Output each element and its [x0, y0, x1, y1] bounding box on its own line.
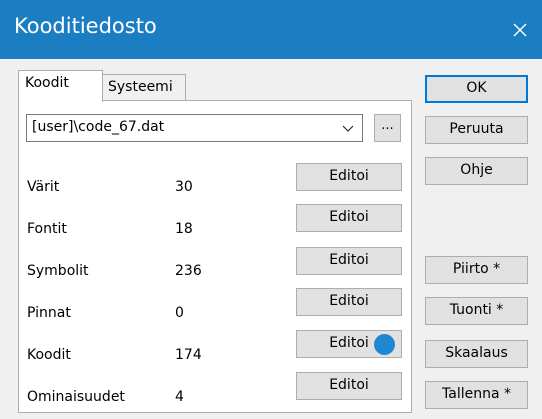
row-count-ominaisuudet: 4: [175, 389, 184, 405]
row-label-pinnat: Pinnat: [27, 305, 71, 321]
save-button[interactable]: Tallenna *: [425, 381, 528, 409]
row-label-varit: Värit: [27, 179, 60, 195]
title-bar[interactable]: Kooditiedosto: [0, 0, 542, 59]
edit-button-ominaisuudet[interactable]: Editoi: [296, 372, 402, 400]
draw-button[interactable]: Piirto *: [425, 256, 528, 284]
tab-systeemi[interactable]: Systeemi: [102, 74, 186, 101]
row-count-fontit: 18: [175, 221, 193, 237]
edit-button-pinnat[interactable]: Editoi: [296, 288, 402, 316]
click-indicator: [374, 334, 395, 355]
browse-button[interactable]: ...: [374, 114, 401, 142]
row-count-koodit: 174: [175, 347, 202, 363]
cancel-button[interactable]: Peruuta: [425, 116, 528, 144]
window-title: Kooditiedosto: [14, 14, 157, 38]
dialog-body: Koodit Systeemi [user]\code_67.dat ... V…: [0, 59, 542, 419]
row-count-symbolit: 236: [175, 263, 202, 279]
row-label-ominaisuudet: Ominaisuudet: [27, 389, 125, 405]
row-label-symbolit: Symbolit: [27, 263, 89, 279]
row-label-fontit: Fontit: [27, 221, 67, 237]
scale-button[interactable]: Skaalaus: [425, 340, 528, 368]
close-button[interactable]: [498, 0, 542, 59]
close-icon: [513, 23, 527, 36]
code-file-value: [user]\code_67.dat: [32, 119, 165, 135]
row-label-koodit: Koodit: [27, 347, 71, 363]
ok-button[interactable]: OK: [425, 75, 528, 103]
code-file-dialog: Kooditiedosto Koodit Systeemi [user]\cod…: [0, 0, 542, 419]
row-count-pinnat: 0: [175, 305, 184, 321]
code-file-select[interactable]: [user]\code_67.dat: [26, 114, 363, 142]
help-button[interactable]: Ohje: [425, 157, 528, 185]
edit-button-symbolit[interactable]: Editoi: [296, 247, 402, 275]
tab-panel-koodit: [user]\code_67.dat ... Värit 30 Editoi F…: [18, 100, 412, 413]
chevron-down-icon: [342, 125, 354, 132]
tab-koodit[interactable]: Koodit: [18, 70, 103, 102]
import-button[interactable]: Tuonti *: [425, 297, 528, 325]
edit-button-fontit[interactable]: Editoi: [296, 204, 402, 232]
row-count-varit: 30: [175, 179, 193, 195]
edit-button-varit[interactable]: Editoi: [296, 163, 402, 191]
